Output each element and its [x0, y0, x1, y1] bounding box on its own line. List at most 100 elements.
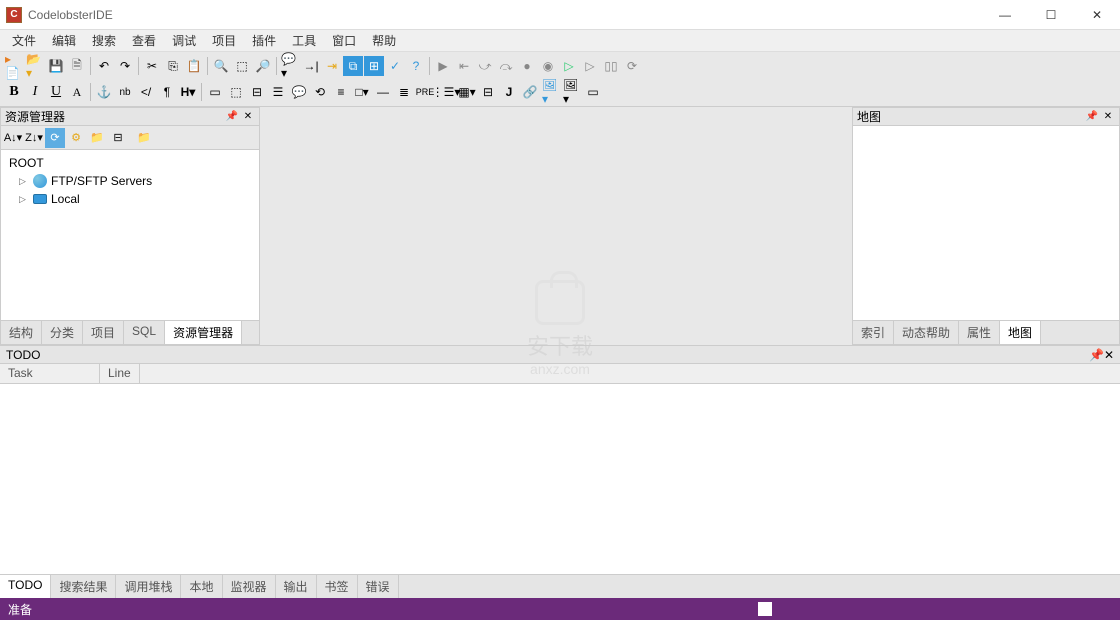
menu-file[interactable]: 文件	[4, 30, 44, 51]
save-all-icon[interactable]: 🗎	[67, 56, 87, 76]
frame-icon[interactable]: ▭	[583, 82, 603, 102]
expand-arrow-icon[interactable]: ▷	[19, 194, 29, 205]
restart-icon[interactable]: ⟳	[622, 56, 642, 76]
tab-structure[interactable]: 结构	[1, 321, 42, 344]
step-over-icon[interactable]: ⤻	[475, 56, 495, 76]
tab-errors[interactable]: 错误	[358, 575, 399, 598]
menu-plugins[interactable]: 插件	[244, 30, 284, 51]
pin-icon[interactable]: 📌	[1089, 348, 1104, 362]
italic-icon[interactable]: I	[25, 82, 45, 102]
outdent-icon[interactable]: ⧉	[343, 56, 363, 76]
refresh-icon[interactable]: ⟲	[310, 82, 330, 102]
link-icon[interactable]: 🔗	[520, 82, 540, 102]
tree-root[interactable]: ROOT	[5, 154, 255, 172]
script-icon[interactable]: J	[499, 82, 519, 102]
tab-bookmarks[interactable]: 书签	[317, 575, 358, 598]
collapse-icon[interactable]: ⊟	[108, 128, 128, 148]
tab-index[interactable]: 索引	[853, 321, 894, 344]
run-icon[interactable]: ▶	[433, 56, 453, 76]
pin-icon[interactable]: 📌	[1085, 110, 1099, 124]
menu-search[interactable]: 搜索	[84, 30, 124, 51]
input-icon[interactable]: ⬚	[226, 82, 246, 102]
undo-icon[interactable]: ↶	[94, 56, 114, 76]
tab-properties[interactable]: 属性	[959, 321, 1000, 344]
table-icon[interactable]: ▦▾	[457, 82, 477, 102]
redo-icon[interactable]: ↷	[115, 56, 135, 76]
select-icon[interactable]: 💬	[289, 82, 309, 102]
tab-dynamic-help[interactable]: 动态帮助	[894, 321, 959, 344]
maximize-button[interactable]: ☐	[1028, 0, 1074, 30]
heading-icon[interactable]: H▾	[178, 82, 198, 102]
div-icon[interactable]: □▾	[352, 82, 372, 102]
copy-icon[interactable]: ⎘	[163, 56, 183, 76]
validate-icon[interactable]: ✓	[385, 56, 405, 76]
help-icon[interactable]: ?	[406, 56, 426, 76]
settings-tree-icon[interactable]: ⚙	[66, 128, 86, 148]
tab-project[interactable]: 项目	[83, 321, 124, 344]
close-panel-icon[interactable]: ✕	[1104, 348, 1114, 362]
menu-edit[interactable]: 编辑	[44, 30, 84, 51]
button-icon[interactable]: ⊟	[247, 82, 267, 102]
sort-az-icon[interactable]: A↓▾	[3, 128, 23, 148]
file-tree[interactable]: ROOT ▷ FTP/SFTP Servers ▷ Local	[1, 150, 259, 320]
textarea-icon[interactable]: ☰	[268, 82, 288, 102]
nbsp-icon[interactable]: nb	[115, 82, 135, 102]
stop-icon[interactable]: ◉	[538, 56, 558, 76]
menu-help[interactable]: 帮助	[364, 30, 404, 51]
goto-icon[interactable]: →|	[301, 56, 321, 76]
menu-project[interactable]: 项目	[204, 30, 244, 51]
close-panel-icon[interactable]: ✕	[1101, 110, 1115, 124]
tab-map[interactable]: 地图	[1000, 321, 1041, 344]
font-icon[interactable]: A	[67, 82, 87, 102]
tree-item-local[interactable]: ▷ Local	[5, 190, 255, 208]
tab-category[interactable]: 分类	[42, 321, 83, 344]
menu-debug[interactable]: 调试	[164, 30, 204, 51]
col-task[interactable]: Task	[0, 364, 100, 383]
tab-search-results[interactable]: 搜索结果	[51, 575, 116, 598]
step-out-icon[interactable]: ⤼	[496, 56, 516, 76]
menu-view[interactable]: 查看	[124, 30, 164, 51]
tree-item-ftp[interactable]: ▷ FTP/SFTP Servers	[5, 172, 255, 190]
media-icon[interactable]: 🖼▾	[562, 82, 582, 102]
find-icon[interactable]: 🔍	[211, 56, 231, 76]
expand-arrow-icon[interactable]: ▷	[19, 176, 29, 187]
sort-za-icon[interactable]: Z↓▾	[24, 128, 44, 148]
format-icon[interactable]: ⊞	[364, 56, 384, 76]
cell-icon[interactable]: ⊟	[478, 82, 498, 102]
save-icon[interactable]: 💾	[46, 56, 66, 76]
paragraph-icon[interactable]: ¶	[157, 82, 177, 102]
tab-output[interactable]: 输出	[276, 575, 317, 598]
find-next-icon[interactable]: 🔎	[253, 56, 273, 76]
list-icon[interactable]: ⋮☰▾	[436, 82, 456, 102]
find-prev-icon[interactable]: ⬚	[232, 56, 252, 76]
step-into-icon[interactable]: ⇤	[454, 56, 474, 76]
menu-window[interactable]: 窗口	[324, 30, 364, 51]
paste-icon[interactable]: 📋	[184, 56, 204, 76]
image-icon[interactable]: 🖼▾	[541, 82, 561, 102]
pre-icon[interactable]: ≣	[394, 82, 414, 102]
tab-explorer[interactable]: 资源管理器	[165, 321, 242, 344]
anchor-icon[interactable]: ⚓	[94, 82, 114, 102]
execute-icon[interactable]: ▷	[559, 56, 579, 76]
hr-icon[interactable]: —	[373, 82, 393, 102]
tab-watch[interactable]: 监视器	[223, 575, 276, 598]
pause-icon[interactable]: ▯▯	[601, 56, 621, 76]
breakpoint-icon[interactable]: ●	[517, 56, 537, 76]
new-folder-icon[interactable]: 📁	[134, 128, 154, 148]
form-icon[interactable]: ▭	[205, 82, 225, 102]
new-file-icon[interactable]: ▸📄	[4, 56, 24, 76]
tab-sql[interactable]: SQL	[124, 321, 165, 344]
indent-icon[interactable]: ⇥	[322, 56, 342, 76]
close-panel-icon[interactable]: ✕	[241, 110, 255, 124]
cut-icon[interactable]: ✂	[142, 56, 162, 76]
minimize-button[interactable]: —	[982, 0, 1028, 30]
continue-icon[interactable]: ▷	[580, 56, 600, 76]
tab-local[interactable]: 本地	[181, 575, 222, 598]
tab-todo[interactable]: TODO	[0, 575, 51, 598]
refresh-tree-icon[interactable]: ⟳	[45, 128, 65, 148]
col-line[interactable]: Line	[100, 364, 140, 383]
bold-icon[interactable]: B	[4, 82, 24, 102]
entity-icon[interactable]: </	[136, 82, 156, 102]
open-folder-icon[interactable]: 📂▾	[25, 56, 45, 76]
tab-call-stack[interactable]: 调用堆栈	[116, 575, 181, 598]
